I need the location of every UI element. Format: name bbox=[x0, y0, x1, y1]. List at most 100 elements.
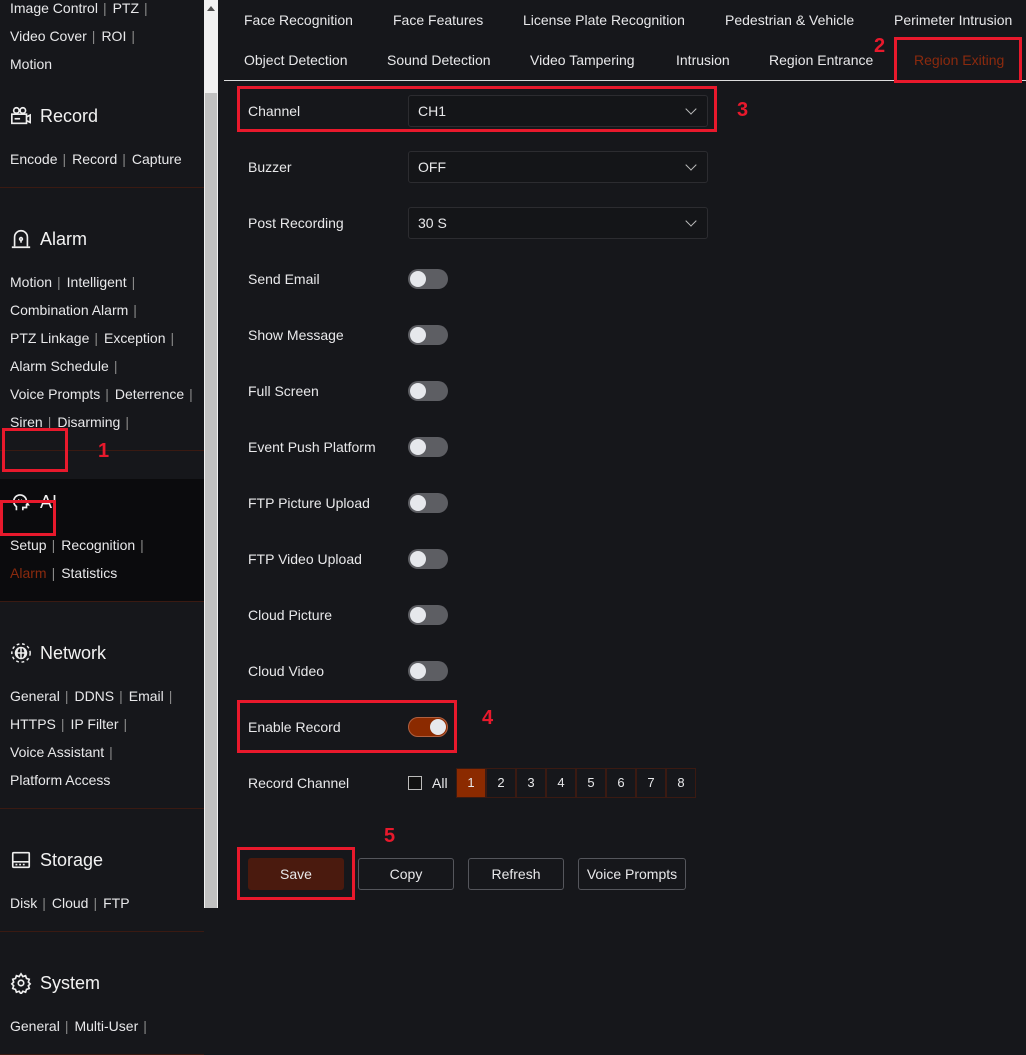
tab-object-detection[interactable]: Object Detection bbox=[244, 52, 348, 68]
sidebar-link-deterrence[interactable]: Deterrence bbox=[115, 386, 184, 402]
sidebar-section-record: Record Encode | Record | Capture bbox=[0, 93, 204, 188]
show-message-toggle[interactable] bbox=[408, 325, 448, 345]
sidebar-link-general[interactable]: General bbox=[10, 1018, 60, 1034]
refresh-button[interactable]: Refresh bbox=[468, 858, 564, 890]
link-separator: | bbox=[131, 28, 135, 44]
sidebar-link-roi[interactable]: ROI bbox=[101, 28, 126, 44]
tab-license-plate-recognition[interactable]: License Plate Recognition bbox=[523, 12, 685, 28]
cloud-video-toggle[interactable] bbox=[408, 661, 448, 681]
sidebar-section-header[interactable]: Record bbox=[10, 105, 98, 127]
sidebar-link-image-control[interactable]: Image Control bbox=[10, 0, 98, 16]
sidebar-section-header[interactable]: System bbox=[10, 972, 100, 994]
sidebar-link-platform-access[interactable]: Platform Access bbox=[10, 772, 110, 788]
sidebar-link-combination-alarm[interactable]: Combination Alarm bbox=[10, 302, 128, 318]
full-screen-toggle[interactable] bbox=[408, 381, 448, 401]
link-separator: | bbox=[93, 895, 98, 911]
tab-intrusion[interactable]: Intrusion bbox=[676, 52, 730, 68]
sidebar-link-row: Voice Prompts | Deterrence | bbox=[10, 386, 199, 402]
sidebar-link-recognition[interactable]: Recognition bbox=[61, 537, 135, 553]
show-message-label: Show Message bbox=[248, 327, 344, 343]
record-channel-7[interactable]: 7 bbox=[636, 768, 666, 798]
link-separator: | bbox=[113, 358, 118, 374]
sidebar-link-ddns[interactable]: DDNS bbox=[74, 688, 114, 704]
section-title: System bbox=[40, 972, 101, 993]
post-recording-value: 30 S bbox=[418, 215, 447, 231]
record-channel-1[interactable]: 1 bbox=[456, 768, 486, 798]
sidebar-link-https[interactable]: HTTPS bbox=[10, 716, 56, 732]
sidebar-link-record[interactable]: Record bbox=[72, 151, 117, 167]
sidebar-link-ptz[interactable]: PTZ bbox=[113, 0, 139, 16]
annotation-box-save bbox=[237, 847, 355, 900]
link-separator: | bbox=[140, 537, 144, 553]
sidebar-link-ptz-linkage[interactable]: PTZ Linkage bbox=[10, 330, 89, 346]
record-channel-8[interactable]: 8 bbox=[666, 768, 696, 798]
record-channel-4[interactable]: 4 bbox=[546, 768, 576, 798]
tab-sound-detection[interactable]: Sound Detection bbox=[387, 52, 491, 68]
link-separator: | bbox=[125, 414, 129, 430]
sidebar-link-email[interactable]: Email bbox=[129, 688, 164, 704]
tab-pedestrian-vehicle[interactable]: Pedestrian & Vehicle bbox=[725, 12, 854, 28]
annotation-box-enable-record bbox=[237, 700, 457, 753]
sidebar-link-voice-assistant[interactable]: Voice Assistant bbox=[10, 744, 104, 760]
tab-perimeter-intrusion[interactable]: Perimeter Intrusion bbox=[894, 12, 1012, 28]
tab-region-entrance[interactable]: Region Entrance bbox=[769, 52, 873, 68]
sidebar-link-disk[interactable]: Disk bbox=[10, 895, 37, 911]
post-recording-select[interactable]: 30 S bbox=[408, 207, 708, 239]
scrollbar-thumb[interactable] bbox=[205, 93, 217, 908]
tab-face-features[interactable]: Face Features bbox=[393, 12, 483, 28]
sidebar-link-ftp[interactable]: FTP bbox=[103, 895, 129, 911]
sidebar-section-header[interactable]: Storage bbox=[10, 849, 103, 871]
sidebar-link-statistics[interactable]: Statistics bbox=[61, 565, 117, 581]
sidebar-section-network: Network General | DDNS | Email | HTTPS | IP Filte… bbox=[0, 630, 204, 809]
sidebar-link-row: Platform Access bbox=[10, 772, 110, 788]
sidebar-link-multi-user[interactable]: Multi-User bbox=[74, 1018, 138, 1034]
buzzer-select[interactable]: OFF bbox=[408, 151, 708, 183]
send-email-label: Send Email bbox=[248, 271, 320, 287]
post-recording-label: Post Recording bbox=[248, 215, 344, 231]
voice-prompts-button[interactable]: Voice Prompts bbox=[578, 858, 686, 890]
sidebar-link-video-cover[interactable]: Video Cover bbox=[10, 28, 87, 44]
scroll-up-arrow-icon[interactable] bbox=[207, 6, 215, 11]
annotation-box-region-exiting bbox=[894, 37, 1022, 83]
cloud-picture-toggle[interactable] bbox=[408, 605, 448, 625]
cloud-video-label: Cloud Video bbox=[248, 663, 325, 679]
toggle-knob bbox=[410, 383, 426, 399]
link-separator: | bbox=[91, 28, 96, 44]
annotation-box-alarm bbox=[0, 500, 56, 536]
record-channel-3[interactable]: 3 bbox=[516, 768, 546, 798]
sidebar-link-capture[interactable]: Capture bbox=[132, 151, 182, 167]
sidebar-link-row: Voice Assistant | bbox=[10, 744, 119, 760]
sidebar-link-motion[interactable]: Motion bbox=[10, 56, 52, 72]
ftp-video-upload-toggle[interactable] bbox=[408, 549, 448, 569]
sidebar-link-alarm[interactable]: Alarm bbox=[10, 565, 47, 581]
record-channel-6[interactable]: 6 bbox=[606, 768, 636, 798]
copy-button[interactable]: Copy bbox=[358, 858, 454, 890]
annotation-number: 5 bbox=[384, 825, 396, 847]
event-push-platform-label: Event Push Platform bbox=[248, 439, 376, 455]
link-separator: | bbox=[123, 716, 128, 732]
sidebar-link-cloud[interactable]: Cloud bbox=[52, 895, 89, 911]
sidebar-link-exception[interactable]: Exception bbox=[104, 330, 165, 346]
sidebar-scrollbar[interactable] bbox=[204, 0, 218, 908]
sidebar-link-voice-prompts[interactable]: Voice Prompts bbox=[10, 386, 100, 402]
send-email-toggle[interactable] bbox=[408, 269, 448, 289]
event-push-platform-toggle[interactable] bbox=[408, 437, 448, 457]
sidebar-link-intelligent[interactable]: Intelligent bbox=[67, 274, 127, 290]
sidebar-link-row: Video Cover | ROI | bbox=[10, 28, 141, 44]
sidebar-link-motion[interactable]: Motion bbox=[10, 274, 52, 290]
record-channel-5[interactable]: 5 bbox=[576, 768, 606, 798]
all-channels-checkbox[interactable] bbox=[408, 776, 422, 790]
annotation-box-channel bbox=[237, 86, 717, 132]
sidebar-link-general[interactable]: General bbox=[10, 688, 60, 704]
sidebar-section-header[interactable]: Alarm bbox=[10, 228, 87, 250]
record-channel-2[interactable]: 2 bbox=[486, 768, 516, 798]
ftp-picture-upload-toggle[interactable] bbox=[408, 493, 448, 513]
sidebar-link-ip-filter[interactable]: IP Filter bbox=[71, 716, 119, 732]
tab-video-tampering[interactable]: Video Tampering bbox=[530, 52, 635, 68]
sidebar-link-setup[interactable]: Setup bbox=[10, 537, 47, 553]
sidebar-section-header[interactable]: Network bbox=[10, 642, 106, 664]
sidebar-link-alarm-schedule[interactable]: Alarm Schedule bbox=[10, 358, 109, 374]
sidebar-link-encode[interactable]: Encode bbox=[10, 151, 57, 167]
tab-face-recognition[interactable]: Face Recognition bbox=[244, 12, 353, 28]
annotation-number: 4 bbox=[482, 707, 494, 729]
